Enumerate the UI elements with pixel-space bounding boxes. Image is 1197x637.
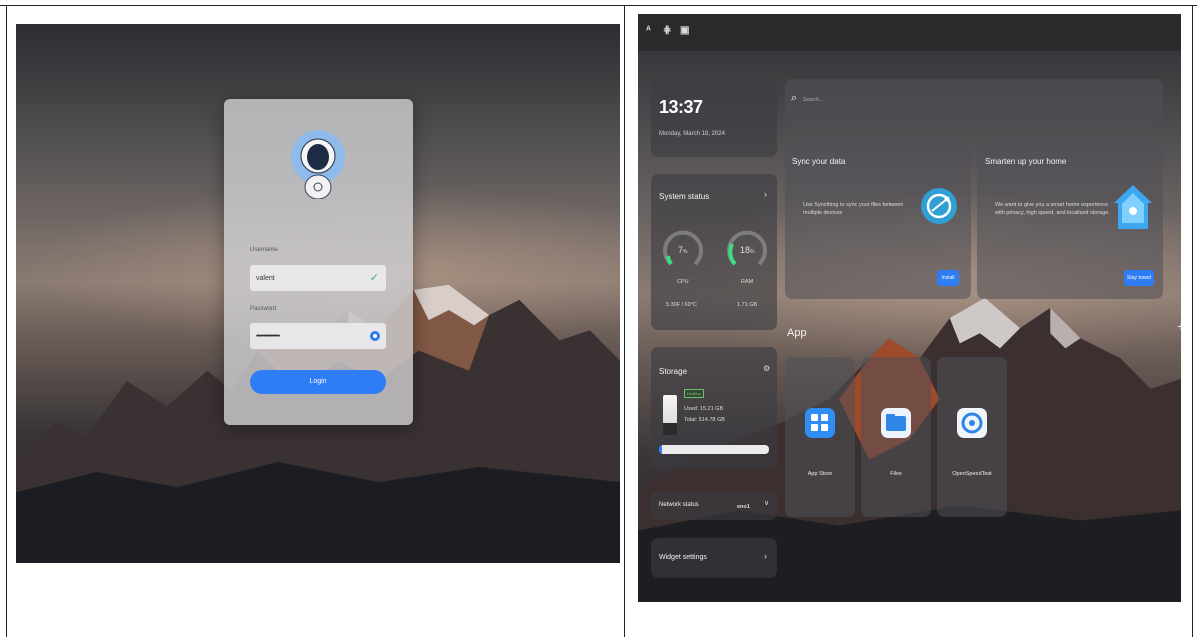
gear-icon[interactable]: ⚙ [763,364,770,373]
storage-card: Storage ⚙ Healthy Used: 15.21 GB Total: … [651,347,777,469]
frame-left [6,5,7,637]
password-label: Password [250,306,277,312]
screenshot-sheet: Username valent ✓ Password •••••••••••••… [0,0,1197,637]
sync-data-card: Sync your data Use Syncthing to sync you… [785,139,971,299]
network-title: Network status [659,502,699,508]
files-icon [881,408,911,438]
openspeedtest-icon [957,408,987,438]
apps-title: App [787,327,807,339]
add-app-icon[interactable]: + [1177,318,1181,334]
ram-detail: 1.71 GB [737,302,758,308]
ram-percent: 18% [740,246,754,256]
network-status-card[interactable]: Network status eno1 ∨ [651,492,777,520]
ram-label: RAM [741,279,754,285]
cpu-label: CPU [677,279,689,285]
network-interface: eno1 [737,504,750,510]
smart-home-card: Smarten up your home We want to give you… [977,139,1163,299]
widget-settings-card[interactable]: Widget settings › [651,538,777,578]
clock-card: 13:37 Monday, March 18, 2024 [651,79,777,157]
frame-top [0,5,1197,6]
dashboard-screen: ᴬ ⋕ ▣ 13:37 Monday, March 18, 2024 Syste… [638,14,1181,602]
username-label: Username [250,247,278,253]
search-bar[interactable]: ⌕ Search... [785,79,1163,125]
login-card: Username valent ✓ Password •••••••••••••… [224,99,413,425]
person-icon[interactable]: ᴬ [646,25,656,37]
login-button[interactable]: Login [250,370,386,394]
storage-progress-bar [659,445,769,454]
ram-percent-unit: % [750,249,755,255]
astronaut-avatar-icon [291,130,345,199]
search-placeholder: Search... [803,97,824,103]
show-password-icon[interactable] [370,331,380,341]
ram-percent-value: 18 [740,245,751,255]
app-tile-files[interactable]: Files [861,357,931,517]
search-icon: ⌕ [791,92,798,104]
install-button[interactable]: Install [937,270,959,286]
widget-settings-title: Widget settings [659,554,707,561]
frame-right [1192,5,1193,637]
home-card-title: Smarten up your home [985,157,1067,166]
app-label: OpenSpeedTest [952,471,992,477]
app-label: Files [890,471,902,477]
stay-tuned-button[interactable]: Stay tuned [1124,270,1154,286]
home-icon [1114,185,1152,229]
system-status-title: System status [659,192,710,201]
grid-icon[interactable]: ⋕ [663,25,673,37]
monitor-icon[interactable]: ▣ [680,25,690,37]
chevron-right-icon[interactable]: › [764,189,767,199]
password-field[interactable]: •••••••••••••••• [250,323,386,349]
cpu-detail: 5.30F / 60°C [666,302,697,308]
sync-card-title: Sync your data [792,157,846,166]
valid-check-icon: ✓ [369,272,379,284]
password-value: •••••••••••••••• [256,332,280,340]
status-badge: Healthy [684,389,704,398]
storage-title: Storage [659,367,688,376]
storage-used: Used: 15.21 GB [684,406,724,412]
top-bar: ᴬ ⋕ ▣ [638,14,1181,51]
cpu-percent-unit: % [683,249,688,255]
login-screen: Username valent ✓ Password •••••••••••••… [16,24,620,563]
system-status-card: System status › 7% CPU 5.30F / 60°C 18% … [651,174,777,330]
disk-icon [663,395,677,435]
clock-date: Monday, March 18, 2024 [659,131,725,137]
clock-time: 13:37 [659,97,703,117]
app-tile-openspeedtest[interactable]: OpenSpeedTest [937,357,1007,517]
app-label: App Store [807,471,833,477]
app-store-icon [805,408,835,438]
home-card-text: We want to give you a smart home experie… [995,202,1110,216]
cpu-percent: 7% [678,246,687,256]
chevron-right-icon[interactable]: › [764,551,767,561]
storage-total: Total: 514.78 GB [684,417,725,423]
syncthing-icon [921,188,957,224]
chevron-down-icon[interactable]: ∨ [764,499,769,507]
frame-divider [624,5,625,637]
sync-card-text: Use Syncthing to sync your files between… [803,202,904,216]
username-value: valent [256,274,275,282]
app-tile-app-store[interactable]: App Store [785,357,855,517]
username-field[interactable]: valent ✓ [250,265,386,291]
storage-progress-fill [659,445,663,454]
